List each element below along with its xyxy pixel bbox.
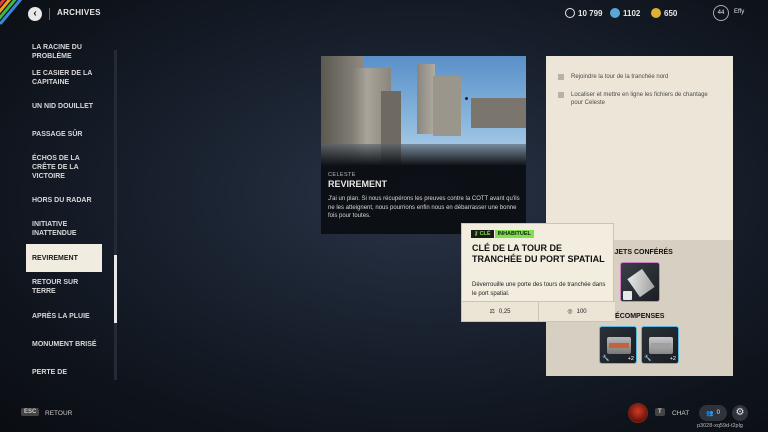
key-tag: ⚷ CLÉ xyxy=(471,230,494,238)
credits-icon: ◎ xyxy=(567,309,573,315)
premium-currency-counter[interactable]: 1102 xyxy=(610,8,640,18)
credits-value: 10 799 xyxy=(578,8,603,18)
chevron-left-icon: ‹ xyxy=(33,8,37,19)
objective-item: Rejoindre la tour de la tranchée nord xyxy=(558,73,718,81)
back-key-hint: ESC xyxy=(21,408,40,416)
credits-icon xyxy=(565,8,575,18)
mission-list-scrollbar[interactable] xyxy=(114,50,117,380)
item-description: Déverrouille une porte des tours de tran… xyxy=(472,282,606,297)
wrench-icon: 🔧 xyxy=(602,356,610,362)
checkbox-icon xyxy=(558,74,564,80)
granted-item-keycard[interactable] xyxy=(620,262,660,302)
credits-counter: 10 799 xyxy=(565,8,602,18)
mission-item[interactable]: ÉCHOS DE LA CRÊTE DE LA VICTOIRE xyxy=(26,148,102,186)
mission-title: REVIREMENT xyxy=(328,179,388,189)
granted-items-label: OBJETS CONFÉRÉS xyxy=(604,249,673,256)
mission-item[interactable]: LA RACINE DU PROBLÈME xyxy=(26,44,102,64)
mission-list: LA RACINE DU PROBLÈME LE CASIER DE LA CA… xyxy=(26,44,102,384)
checkbox-icon xyxy=(558,92,564,98)
mission-item[interactable]: APRÈS LA PLUIE xyxy=(26,302,102,330)
friends-icon: 👥 xyxy=(706,410,714,417)
token-icon xyxy=(651,8,661,18)
friends-count: 0 xyxy=(716,410,720,416)
item-weight: ⚖ 0,25 xyxy=(489,308,511,316)
item-tooltip: ⚷ CLÉ INHABITUEL CLÉ DE LA TOUR DE TRANC… xyxy=(461,223,615,322)
mission-list-scroll-thumb[interactable] xyxy=(114,255,117,323)
item-tags: ⚷ CLÉ INHABITUEL xyxy=(471,230,534,238)
premium-currency-icon xyxy=(610,8,620,18)
mission-item[interactable]: LE CASIER DE LA CAPITAINE xyxy=(26,64,102,92)
header-divider xyxy=(49,8,50,20)
player-level-badge[interactable]: 44 xyxy=(713,5,729,21)
weight-icon: ⚖ xyxy=(489,309,495,315)
token-value: 650 xyxy=(664,8,678,18)
reward-bonus: +2 xyxy=(669,356,676,362)
objective-item: Localiser et mettre en ligne les fichier… xyxy=(558,91,718,107)
rarity-tag: INHABITUEL xyxy=(494,230,534,238)
objective-text: Localiser et mettre en ligne les fichier… xyxy=(571,92,708,106)
rewards-label: RÉCOMPENSES xyxy=(610,313,665,320)
token-counter[interactable]: 650 xyxy=(651,8,677,18)
mission-image xyxy=(321,56,526,166)
item-value: ◎ 100 xyxy=(538,302,615,321)
mission-item[interactable]: PASSAGE SÛR xyxy=(26,120,102,148)
chat-button[interactable]: CHAT xyxy=(672,410,689,417)
chat-key-hint: T xyxy=(655,408,665,416)
mission-item[interactable]: PERTE DE xyxy=(26,358,102,384)
reward-item[interactable]: 🔧 +2 xyxy=(599,326,637,364)
key-badge-icon xyxy=(623,291,632,300)
page-title: ARCHIVES xyxy=(57,8,101,17)
top-bar: ‹ ARCHIVES 10 799 1102 650 44 Effy xyxy=(0,0,768,28)
player-name: Effy xyxy=(734,9,745,15)
player-avatar[interactable] xyxy=(628,403,648,423)
friends-button[interactable]: 👥 0 xyxy=(699,405,727,421)
back-button[interactable]: ‹ xyxy=(28,7,42,21)
mission-item[interactable]: INITIATIVE INATTENDUE xyxy=(26,214,102,244)
mission-item-active[interactable]: REVIREMENT xyxy=(26,244,102,272)
item-title: CLÉ DE LA TOUR DE TRANCHÉE DU PORT SPATI… xyxy=(472,243,605,264)
gear-icon: ⚙ xyxy=(735,407,745,418)
mission-item[interactable]: HORS DU RADAR xyxy=(26,186,102,214)
build-id: p3028-xq59d-t2plg xyxy=(697,423,743,429)
objective-text: Rejoindre la tour de la tranchée nord xyxy=(571,74,669,80)
premium-currency-value: 1102 xyxy=(623,8,641,18)
wrench-icon: 🔧 xyxy=(644,356,652,362)
mission-giver: CELESTE xyxy=(328,172,356,178)
back-label-button[interactable]: RETOUR xyxy=(45,410,72,417)
item-stats: ⚖ 0,25 ◎ 100 xyxy=(462,301,615,321)
mission-item[interactable]: RETOUR SUR TERRE xyxy=(26,272,102,302)
reward-bonus: +2 xyxy=(627,356,634,362)
mission-item[interactable]: UN NID DOUILLET xyxy=(26,92,102,120)
settings-button[interactable]: ⚙ xyxy=(732,405,748,421)
reward-item[interactable]: 🔧 +2 xyxy=(641,326,679,364)
mission-item[interactable]: MONUMENT BRISÉ xyxy=(26,330,102,358)
mission-description: J'ai un plan. Si nous récupérons les pre… xyxy=(328,196,520,219)
